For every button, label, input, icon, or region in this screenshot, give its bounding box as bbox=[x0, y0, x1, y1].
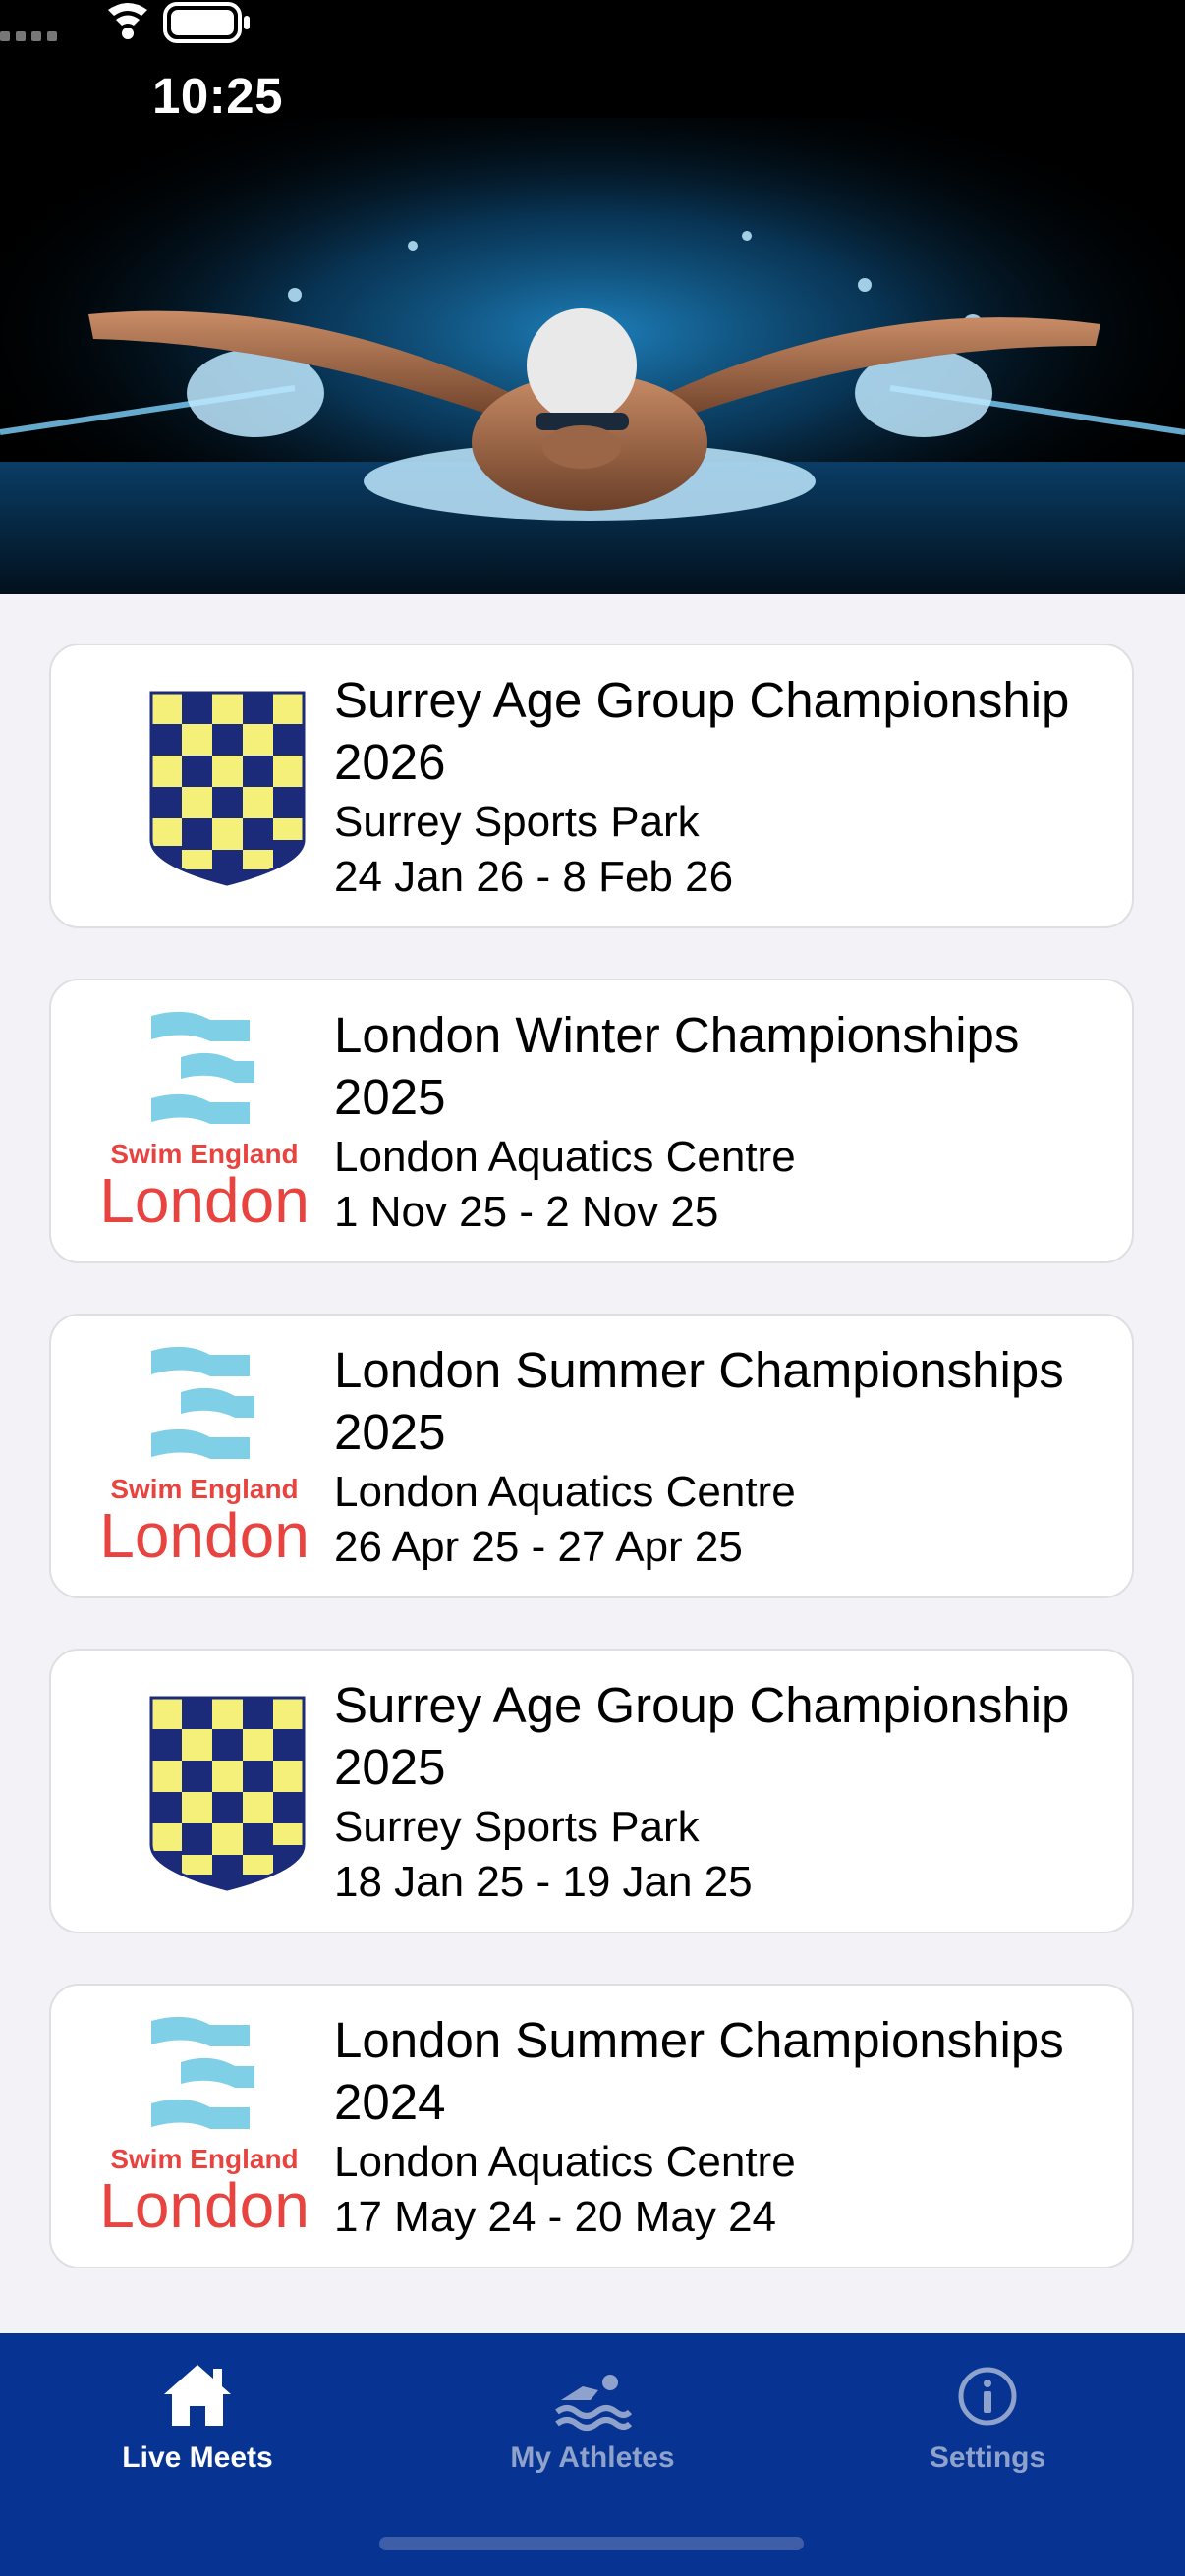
tab-label: My Athletes bbox=[510, 2441, 675, 2474]
swim-england-london-logo: Swim England London bbox=[99, 1346, 310, 1569]
meet-card[interactable]: Swim England London London Summer Champi… bbox=[49, 1984, 1134, 2268]
meet-venue: Surrey Sports Park bbox=[334, 1803, 700, 1851]
wifi-icon bbox=[108, 3, 147, 39]
house-icon bbox=[164, 2365, 231, 2426]
london-text: London bbox=[99, 2170, 310, 2239]
swim-england-waves-icon bbox=[151, 2016, 254, 2129]
meet-card[interactable]: Swim England London London Summer Champi… bbox=[49, 1314, 1134, 1598]
meet-dates: 26 Apr 25 - 27 Apr 25 bbox=[334, 1523, 743, 1571]
meet-venue: London Aquatics Centre bbox=[334, 2138, 796, 2186]
london-text: London bbox=[99, 1165, 310, 1234]
tab-label: Live Meets bbox=[122, 2441, 273, 2474]
swim-england-waves-icon bbox=[151, 1011, 254, 1124]
meet-dates: 18 Jan 25 - 19 Jan 25 bbox=[334, 1858, 753, 1906]
cellular-signal-icon bbox=[0, 31, 57, 41]
swim-england-london-logo: Swim England London bbox=[99, 2016, 310, 2239]
meet-title: London Summer Championships 2024 bbox=[334, 2012, 1064, 2130]
meet-dates: 24 Jan 26 - 8 Feb 26 bbox=[334, 853, 734, 901]
meet-info: London Summer Championships 2024 London … bbox=[334, 2009, 1120, 2245]
hero-banner: 10:25 bbox=[0, 0, 1185, 594]
london-text: London bbox=[99, 1500, 310, 1569]
meet-info: Surrey Age Group Championship 2025 Surre… bbox=[334, 1674, 1120, 1910]
status-icons bbox=[0, 2, 250, 43]
meet-venue: London Aquatics Centre bbox=[334, 1468, 796, 1516]
meet-title: London Winter Championships 2025 bbox=[334, 1007, 1020, 1125]
meet-info: Surrey Age Group Championship 2026 Surre… bbox=[334, 669, 1120, 905]
home-indicator[interactable] bbox=[379, 2537, 804, 2550]
tab-my-athletes[interactable]: My Athletes bbox=[395, 2333, 790, 2510]
meet-venue: Surrey Sports Park bbox=[334, 798, 700, 846]
swim-england-waves-icon bbox=[151, 1346, 254, 1459]
surrey-shield-logo bbox=[149, 691, 306, 886]
tab-live-meets[interactable]: Live Meets bbox=[0, 2333, 395, 2510]
status-bar: 10:25 bbox=[0, 0, 1185, 187]
surrey-shield-logo bbox=[149, 1696, 306, 1891]
meet-venue: London Aquatics Centre bbox=[334, 1133, 796, 1181]
meet-info: London Winter Championships 2025 London … bbox=[334, 1004, 1120, 1240]
meet-card[interactable]: Surrey Age Group Championship 2025 Surre… bbox=[49, 1649, 1134, 1933]
meet-title: Surrey Age Group Championship 2025 bbox=[334, 1677, 1070, 1795]
meet-info: London Summer Championships 2025 London … bbox=[334, 1339, 1120, 1575]
status-time: 10:25 bbox=[152, 68, 283, 124]
meet-card[interactable]: Surrey Age Group Championship 2026 Surre… bbox=[49, 644, 1134, 928]
swimmer-icon bbox=[555, 2375, 632, 2431]
tab-label: Settings bbox=[929, 2441, 1046, 2474]
meet-title: Surrey Age Group Championship 2026 bbox=[334, 672, 1070, 790]
meet-card[interactable]: Swim England London London Winter Champi… bbox=[49, 979, 1134, 1263]
tab-settings[interactable]: Settings bbox=[790, 2333, 1185, 2510]
meet-dates: 1 Nov 25 - 2 Nov 25 bbox=[334, 1188, 719, 1236]
info-circle-icon bbox=[958, 2367, 1017, 2426]
swim-england-london-logo: Swim England London bbox=[99, 1011, 310, 1234]
battery-icon bbox=[163, 2, 250, 43]
meet-dates: 17 May 24 - 20 May 24 bbox=[334, 2193, 777, 2241]
meet-title: London Summer Championships 2025 bbox=[334, 1342, 1064, 1460]
